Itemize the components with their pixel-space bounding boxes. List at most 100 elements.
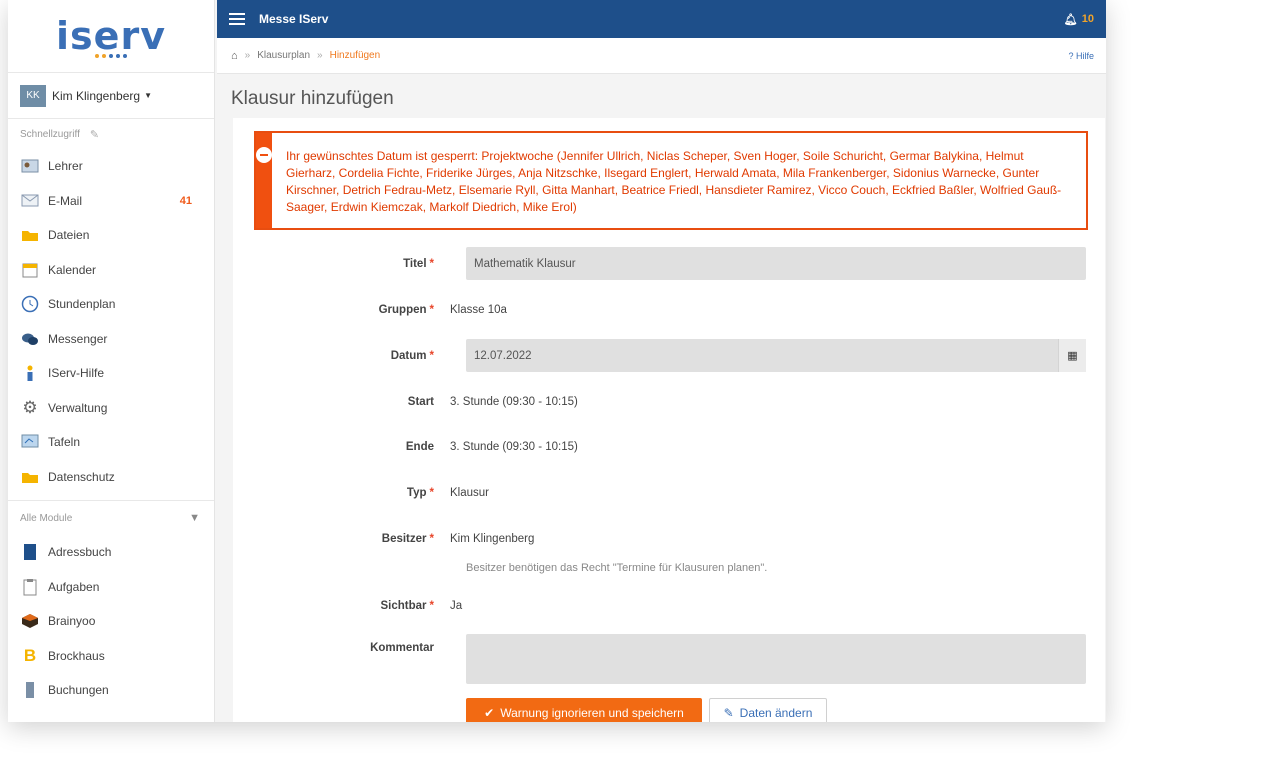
breadcrumb-current: Hinzufügen: [329, 50, 381, 61]
breadcrumb-klausurplan[interactable]: Klausurplan: [257, 50, 310, 61]
chevron-down-icon[interactable]: ▼: [189, 512, 200, 524]
besitzer-label: Besitzer *: [381, 533, 434, 545]
sidebar-item-stundenplan[interactable]: Stundenplan: [8, 287, 214, 322]
sidebar-item-label: Lehrer: [48, 159, 83, 174]
notification-count: 10: [1081, 13, 1094, 25]
sidebar-item-label: Brainyoo: [48, 614, 96, 629]
kommentar-textarea[interactable]: [466, 634, 1086, 684]
alert-side: [256, 133, 272, 228]
sidebar-item-email[interactable]: E-Mail 41: [8, 184, 214, 219]
gruppen-label: Gruppen *: [378, 304, 434, 316]
caret-down-icon: ▼: [144, 91, 152, 100]
top-bar: Messe IServ 🔔︎ 10: [217, 0, 1106, 38]
help-link[interactable]: ? Hilfe: [1068, 51, 1094, 61]
home-icon[interactable]: ⌂: [231, 50, 238, 62]
gruppen-row: Gruppen * Klasse 10a: [217, 300, 1106, 320]
sidebar-item-label: Verwaltung: [48, 400, 108, 415]
sidebar-item-lehrer[interactable]: Lehrer: [8, 149, 214, 184]
sidebar-item-kalender[interactable]: Kalender: [8, 253, 214, 288]
sidebar-item-label: Adressbuch: [48, 545, 112, 560]
alert-message: Ihr gewünschtes Datum ist gesperrt: Proj…: [286, 149, 1062, 214]
calendar-icon: ▦: [1067, 350, 1078, 362]
sidebar-item-iserv-hilfe[interactable]: IServ-Hilfe: [8, 356, 214, 391]
titel-label: Titel *: [403, 257, 434, 270]
ende-label: Ende: [405, 441, 434, 453]
typ-value[interactable]: Klausur: [450, 487, 489, 499]
datum-value: 12.07.2022: [474, 349, 532, 362]
edit-button-label: Daten ändern: [739, 706, 813, 720]
logo-text: iserv: [56, 14, 166, 58]
sidebar-item-label: Datenschutz: [48, 469, 115, 484]
help-icon: [20, 364, 40, 382]
start-value[interactable]: 3. Stunde (09:30 - 10:15): [450, 396, 578, 408]
sichtbar-row: Sichtbar * Ja: [217, 596, 1106, 616]
notifications-button[interactable]: 🔔︎ 10: [1064, 13, 1094, 26]
sidebar-item-label: Tafeln: [48, 435, 81, 450]
bell-icon: 🔔︎: [1063, 13, 1078, 26]
sidebar: iserv KK Kim Klingenberg ▼ Schnellzugrif…: [8, 0, 215, 722]
besitzer-row: Besitzer * Kim Klingenberg: [217, 529, 1106, 549]
sidebar-item-label: Dateien: [48, 228, 90, 243]
clock-icon: [20, 295, 40, 313]
ende-row: Ende 3. Stunde (09:30 - 10:15): [217, 437, 1106, 457]
sidebar-item-brainyoo[interactable]: Brainyoo: [8, 604, 214, 639]
ende-value[interactable]: 3. Stunde (09:30 - 10:15): [450, 441, 578, 453]
calendar-icon: [20, 261, 40, 279]
address-book-icon: [20, 543, 40, 561]
titel-input[interactable]: Mathematik Klausur: [466, 247, 1086, 280]
chat-icon: [20, 330, 40, 348]
help-label: Hilfe: [1075, 50, 1094, 61]
all-modules-header[interactable]: Alle Module ▼: [8, 501, 214, 535]
datum-label: Datum *: [390, 349, 434, 362]
sidebar-item-label: Stundenplan: [48, 297, 116, 312]
edit-data-button[interactable]: ✎ Daten ändern: [709, 698, 827, 722]
sidebar-item-dateien[interactable]: Dateien: [8, 218, 214, 253]
folder-icon: [20, 226, 40, 244]
sidebar-item-label: Kalender: [48, 262, 97, 277]
gruppen-value[interactable]: Klasse 10a: [450, 304, 507, 316]
pencil-icon: ✎: [723, 706, 734, 720]
besitzer-value[interactable]: Kim Klingenberg: [450, 533, 534, 545]
typ-row: Typ * Klausur: [217, 483, 1106, 503]
sidebar-item-label: Brockhaus: [48, 648, 105, 663]
start-label: Start: [407, 396, 434, 408]
sidebar-item-label: IServ-Hilfe: [48, 366, 105, 381]
app-title: Messe IServ: [259, 12, 329, 26]
app-window: iserv KK Kim Klingenberg ▼ Schnellzugrif…: [8, 0, 1106, 722]
ignore-warning-save-button[interactable]: ✔ Warnung ignorieren und speichern: [466, 698, 702, 722]
minus-circle-icon: [256, 147, 272, 163]
datum-input[interactable]: 12.07.2022 ▦: [466, 339, 1086, 372]
logo[interactable]: iserv: [8, 0, 214, 73]
save-button-label: Warnung ignorieren und speichern: [500, 706, 684, 720]
sidebar-item-brockhaus[interactable]: B Brockhaus: [8, 639, 214, 674]
start-row: Start 3. Stunde (09:30 - 10:15): [217, 392, 1106, 412]
sidebar-item-tafeln[interactable]: Tafeln: [8, 425, 214, 460]
sidebar-item-label: Buchungen: [48, 683, 109, 698]
board-icon: [20, 433, 40, 451]
sidebar-item-messenger[interactable]: Messenger: [8, 322, 214, 357]
all-modules-label: Alle Module: [20, 512, 73, 524]
sidebar-item-label: E-Mail: [48, 193, 83, 208]
calendar-picker-button[interactable]: ▦: [1058, 339, 1086, 372]
sidebar-item-label: Aufgaben: [48, 579, 100, 594]
clipboard-icon: [20, 578, 40, 596]
sidebar-item-verwaltung[interactable]: ⚙ Verwaltung: [8, 391, 214, 426]
sidebar-item-buchungen[interactable]: Buchungen: [8, 673, 214, 708]
sichtbar-value[interactable]: Ja: [450, 600, 462, 612]
sidebar-item-aufgaben[interactable]: Aufgaben: [8, 570, 214, 605]
gear-icon: ⚙: [22, 397, 38, 417]
breadcrumb: ⌂ » Klausurplan » Hinzufügen ? Hilfe: [217, 38, 1106, 74]
user-menu[interactable]: KK Kim Klingenberg ▼: [8, 73, 214, 119]
check-icon: ✔: [484, 706, 495, 720]
booking-icon: [20, 681, 40, 699]
typ-label: Typ *: [406, 487, 434, 499]
hamburger-menu-icon[interactable]: [229, 13, 245, 25]
sidebar-item-adressbuch[interactable]: Adressbuch: [8, 535, 214, 570]
sidebar-item-datenschutz[interactable]: Datenschutz: [8, 460, 214, 495]
breadcrumb-separator: »: [244, 50, 251, 61]
pencil-icon[interactable]: ✎: [90, 128, 99, 141]
question-icon: ?: [1068, 50, 1074, 61]
quick-access-header: Schnellzugriff ✎: [8, 119, 214, 149]
folder-icon: [20, 468, 40, 486]
user-name: Kim Klingenberg: [52, 88, 141, 103]
